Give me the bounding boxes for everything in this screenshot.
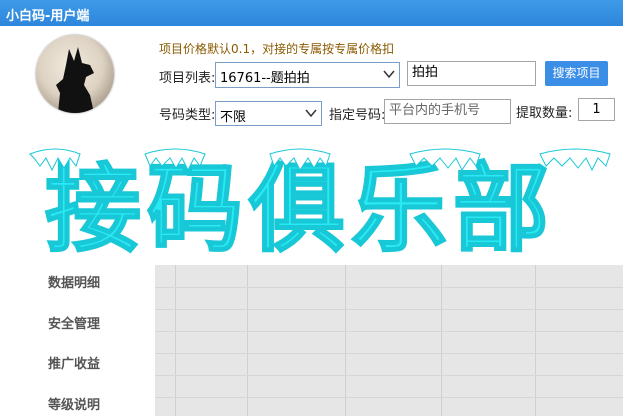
number-type-select[interactable]: 不限: [215, 101, 322, 126]
specified-number-input[interactable]: 平台内的手机号: [384, 99, 511, 124]
sidebar-item-promotion-earnings[interactable]: 推广收益: [48, 353, 100, 372]
project-search-input[interactable]: 拍拍: [407, 61, 536, 86]
number-type-value: 不限: [220, 110, 247, 125]
specified-number-label: 指定号码:: [329, 108, 386, 123]
window-title: 小白码-用户端: [6, 9, 90, 24]
project-select-value: 16761--题拍拍: [220, 71, 310, 86]
wolf-silhouette-icon: [56, 47, 94, 113]
sidebar-item-security[interactable]: 安全管理: [48, 313, 100, 332]
project-list-label: 项目列表:: [159, 71, 216, 86]
price-notice: 项目价格默认0.1，对接的专属按专属价格扣: [159, 42, 395, 56]
avatar[interactable]: [36, 35, 114, 113]
title-bar: 小白码-用户端: [0, 0, 623, 26]
extract-count-label: 提取数量:: [516, 106, 573, 121]
sidebar-item-level-description[interactable]: 等级说明: [48, 394, 100, 413]
watermark-banner: 接码俱乐部: [0, 140, 623, 265]
extract-count-input[interactable]: 1: [578, 98, 615, 121]
project-select[interactable]: 16761--题拍拍: [215, 62, 400, 88]
number-type-label: 号码类型:: [159, 108, 216, 123]
chevron-down-icon: [305, 109, 317, 118]
search-project-button[interactable]: 搜索项目: [545, 61, 608, 86]
data-grid[interactable]: [155, 265, 623, 416]
club-banner-image: 接码俱乐部: [29, 148, 611, 265]
sidebar-item-data-details[interactable]: 数据明细: [48, 272, 100, 291]
sidebar: 数据明细 安全管理 推广收益 等级说明: [0, 265, 155, 416]
chevron-down-icon: [383, 70, 395, 79]
